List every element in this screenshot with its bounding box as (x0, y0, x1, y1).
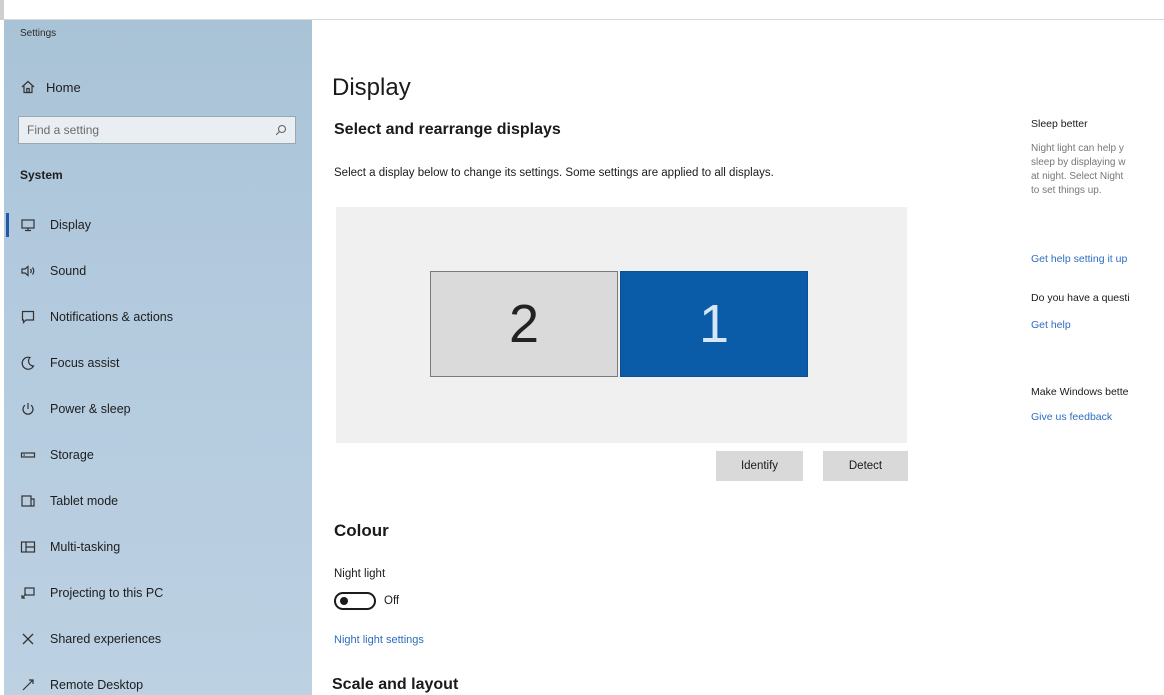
sidebar-item-display[interactable]: Display (4, 202, 312, 248)
window-edge (0, 0, 4, 20)
night-light-settings-link[interactable]: Night light settings (334, 634, 424, 646)
nav-home[interactable]: Home (20, 77, 81, 97)
sleep-better-line: to set things up. (1031, 185, 1102, 196)
sleep-better-line: at night. Select Night (1031, 171, 1124, 182)
feedback-link[interactable]: Give us feedback (1031, 411, 1112, 423)
night-light-label: Night light (334, 568, 386, 580)
search-icon[interactable] (275, 124, 287, 136)
sleep-better-line: sleep by displaying w (1031, 157, 1126, 168)
scale-layout-heading: Scale and layout (332, 676, 459, 693)
display-arrangement: 2 1 (336, 207, 907, 443)
section-label-system: System (20, 168, 63, 182)
tablet-icon (20, 493, 36, 509)
home-icon (20, 79, 36, 95)
sidebar-item-label: Remote Desktop (50, 678, 144, 692)
question-title: Do you have a questi (1031, 292, 1130, 304)
sidebar-item-projecting[interactable]: Projecting to this PC (4, 570, 312, 616)
page-title: Display (332, 74, 411, 101)
speaker-icon (20, 263, 36, 279)
sidebar-item-label: Projecting to this PC (50, 586, 164, 600)
sidebar-item-focus-assist[interactable]: Focus assist (4, 340, 312, 386)
power-icon (20, 401, 36, 417)
right-panel: Sleep better Night light can help y slee… (1031, 20, 1164, 695)
search-input[interactable] (27, 123, 275, 137)
get-help-link[interactable]: Get help (1031, 319, 1071, 331)
moon-icon (20, 355, 36, 371)
sidebar-item-label: Shared experiences (50, 632, 162, 646)
colour-heading: Colour (334, 521, 389, 540)
multitasking-icon (20, 539, 36, 555)
sidebar-item-remote-desktop[interactable]: Remote Desktop (4, 662, 312, 695)
night-light-toggle-row: Off (334, 592, 399, 610)
sidebar-item-power-sleep[interactable]: Power & sleep (4, 386, 312, 432)
toggle-knob (340, 597, 348, 605)
sidebar-item-label: Multi-tasking (50, 540, 121, 554)
window-top-strip (0, 0, 1164, 20)
search-box[interactable] (18, 116, 296, 144)
notification-icon (20, 309, 36, 325)
remote-desktop-icon (20, 677, 36, 693)
nav-list: Display Sound Notifications & actions Fo… (4, 202, 312, 695)
identify-button[interactable]: Identify (716, 451, 803, 481)
sidebar-item-label: Storage (50, 448, 94, 462)
sidebar-item-label: Display (50, 218, 91, 232)
storage-icon (20, 447, 36, 463)
sidebar-item-label: Power & sleep (50, 402, 131, 416)
feedback-title: Make Windows bette (1031, 386, 1129, 398)
sidebar-item-shared-experiences[interactable]: Shared experiences (4, 616, 312, 662)
sidebar-item-label: Tablet mode (50, 494, 119, 508)
detect-button[interactable]: Detect (823, 451, 908, 481)
sidebar: Settings Home System Display Sound (4, 20, 312, 695)
sidebar-item-label: Notifications & actions (50, 310, 173, 324)
monitor-icon (20, 217, 36, 233)
projecting-icon (20, 585, 36, 601)
sidebar-item-label: Focus assist (50, 356, 120, 370)
sleep-better-text: Night light can help y sleep by displayi… (1031, 142, 1164, 198)
sleep-better-title: Sleep better (1031, 118, 1088, 130)
sidebar-item-label: Sound (50, 264, 87, 278)
main-content: Display Select and rearrange displays Se… (312, 20, 1012, 695)
sidebar-item-multitasking[interactable]: Multi-tasking (4, 524, 312, 570)
sidebar-item-storage[interactable]: Storage (4, 432, 312, 478)
sidebar-item-notifications[interactable]: Notifications & actions (4, 294, 312, 340)
shared-icon (20, 631, 36, 647)
sidebar-item-tablet-mode[interactable]: Tablet mode (4, 478, 312, 524)
rearrange-description: Select a display below to change its set… (334, 167, 774, 179)
monitor-2[interactable]: 2 (430, 271, 618, 377)
rearrange-heading: Select and rearrange displays (334, 121, 561, 138)
monitor-1[interactable]: 1 (620, 271, 808, 377)
nav-home-label: Home (46, 79, 81, 95)
sleep-help-link[interactable]: Get help setting it up (1031, 253, 1127, 265)
night-light-toggle[interactable] (334, 592, 376, 610)
night-light-state: Off (384, 595, 400, 607)
app-title: Settings (20, 28, 57, 39)
sidebar-item-sound[interactable]: Sound (4, 248, 312, 294)
sleep-better-line: Night light can help y (1031, 143, 1124, 154)
